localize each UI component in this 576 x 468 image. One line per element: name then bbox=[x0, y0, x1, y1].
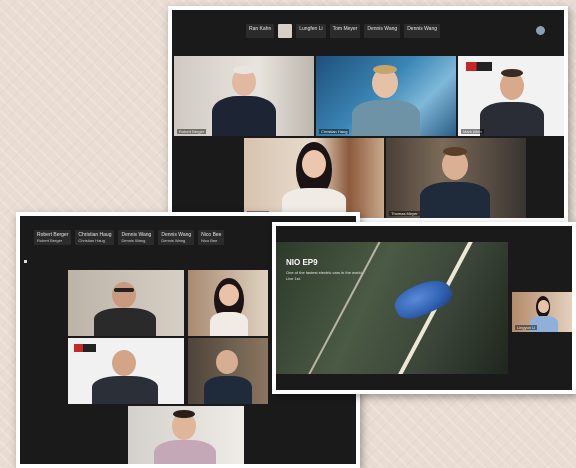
participant-strip: Ran Kahn Lungfen Li Tom Meyer Dennis Wan… bbox=[246, 24, 441, 38]
participant-chip[interactable]: Dennis Wang Dennis Wang bbox=[158, 230, 195, 245]
participant-chip[interactable]: Lungfen Li bbox=[296, 24, 326, 38]
video-tile[interactable] bbox=[188, 338, 268, 404]
slide-brand: NIO EP9 bbox=[286, 258, 318, 267]
more-icon[interactable] bbox=[536, 26, 545, 35]
slide-tagline: One of the fastest electric cars in the … bbox=[286, 270, 362, 275]
left-marker-icon bbox=[24, 260, 27, 263]
company-logo bbox=[74, 344, 96, 352]
participant-chip[interactable]: Dennis Wang bbox=[404, 24, 441, 38]
top-meeting-screen: Ran Kahn Lungfen Li Tom Meyer Dennis Wan… bbox=[172, 10, 564, 218]
video-tile[interactable] bbox=[188, 270, 268, 336]
slide: NIO EP9 One of the fastest electric cars… bbox=[276, 242, 508, 374]
slide-tagline: Live 1st. bbox=[286, 276, 301, 281]
video-tile[interactable]: Lingyun Li bbox=[244, 138, 384, 218]
participant-strip: Robert Berger Robert Berger Christian Hau… bbox=[34, 230, 225, 245]
participant-chip[interactable]: Robert Berger Robert Berger bbox=[34, 230, 72, 245]
video-tile[interactable] bbox=[68, 338, 184, 404]
presenter-video-tile[interactable]: Lingyun Li bbox=[512, 292, 572, 332]
company-logo bbox=[466, 62, 492, 71]
tile-name-label: Lingyun Li bbox=[515, 325, 538, 330]
video-tile[interactable]: Thomas Meyer bbox=[386, 138, 526, 218]
participant-chip[interactable]: Ran Kahn bbox=[246, 24, 275, 38]
participant-chip-video[interactable] bbox=[278, 24, 293, 38]
tile-name-label: Mark Allen bbox=[461, 129, 484, 134]
race-car bbox=[390, 273, 456, 325]
participant-chip[interactable]: Tom Meyer bbox=[329, 24, 361, 38]
tile-name-label: Robert Berger bbox=[177, 129, 207, 134]
video-tile[interactable]: Mark Allen bbox=[458, 56, 564, 136]
video-tile[interactable]: Robert Berger bbox=[174, 56, 314, 136]
participant-chip[interactable]: Nico Bee Nico Bee bbox=[198, 230, 225, 245]
participant-chip[interactable]: Dennis Wang bbox=[364, 24, 401, 38]
video-tile[interactable]: Christian Haug bbox=[316, 56, 456, 136]
presentation-photo: NIO EP9 One of the fastest electric cars… bbox=[272, 222, 576, 394]
participant-chip[interactable]: Christian Haug Christian Haug bbox=[75, 230, 115, 245]
top-meeting-photo: Ran Kahn Lungfen Li Tom Meyer Dennis Wan… bbox=[168, 6, 568, 222]
tile-name-label: Christian Haug bbox=[319, 129, 350, 134]
video-tile[interactable] bbox=[68, 270, 184, 336]
tile-name-label: Thomas Meyer bbox=[389, 211, 420, 216]
video-tile[interactable] bbox=[128, 406, 244, 464]
presentation-screen: NIO EP9 One of the fastest electric cars… bbox=[276, 226, 572, 390]
participant-chip[interactable]: Dennis Wang Dennis Wang bbox=[118, 230, 155, 245]
